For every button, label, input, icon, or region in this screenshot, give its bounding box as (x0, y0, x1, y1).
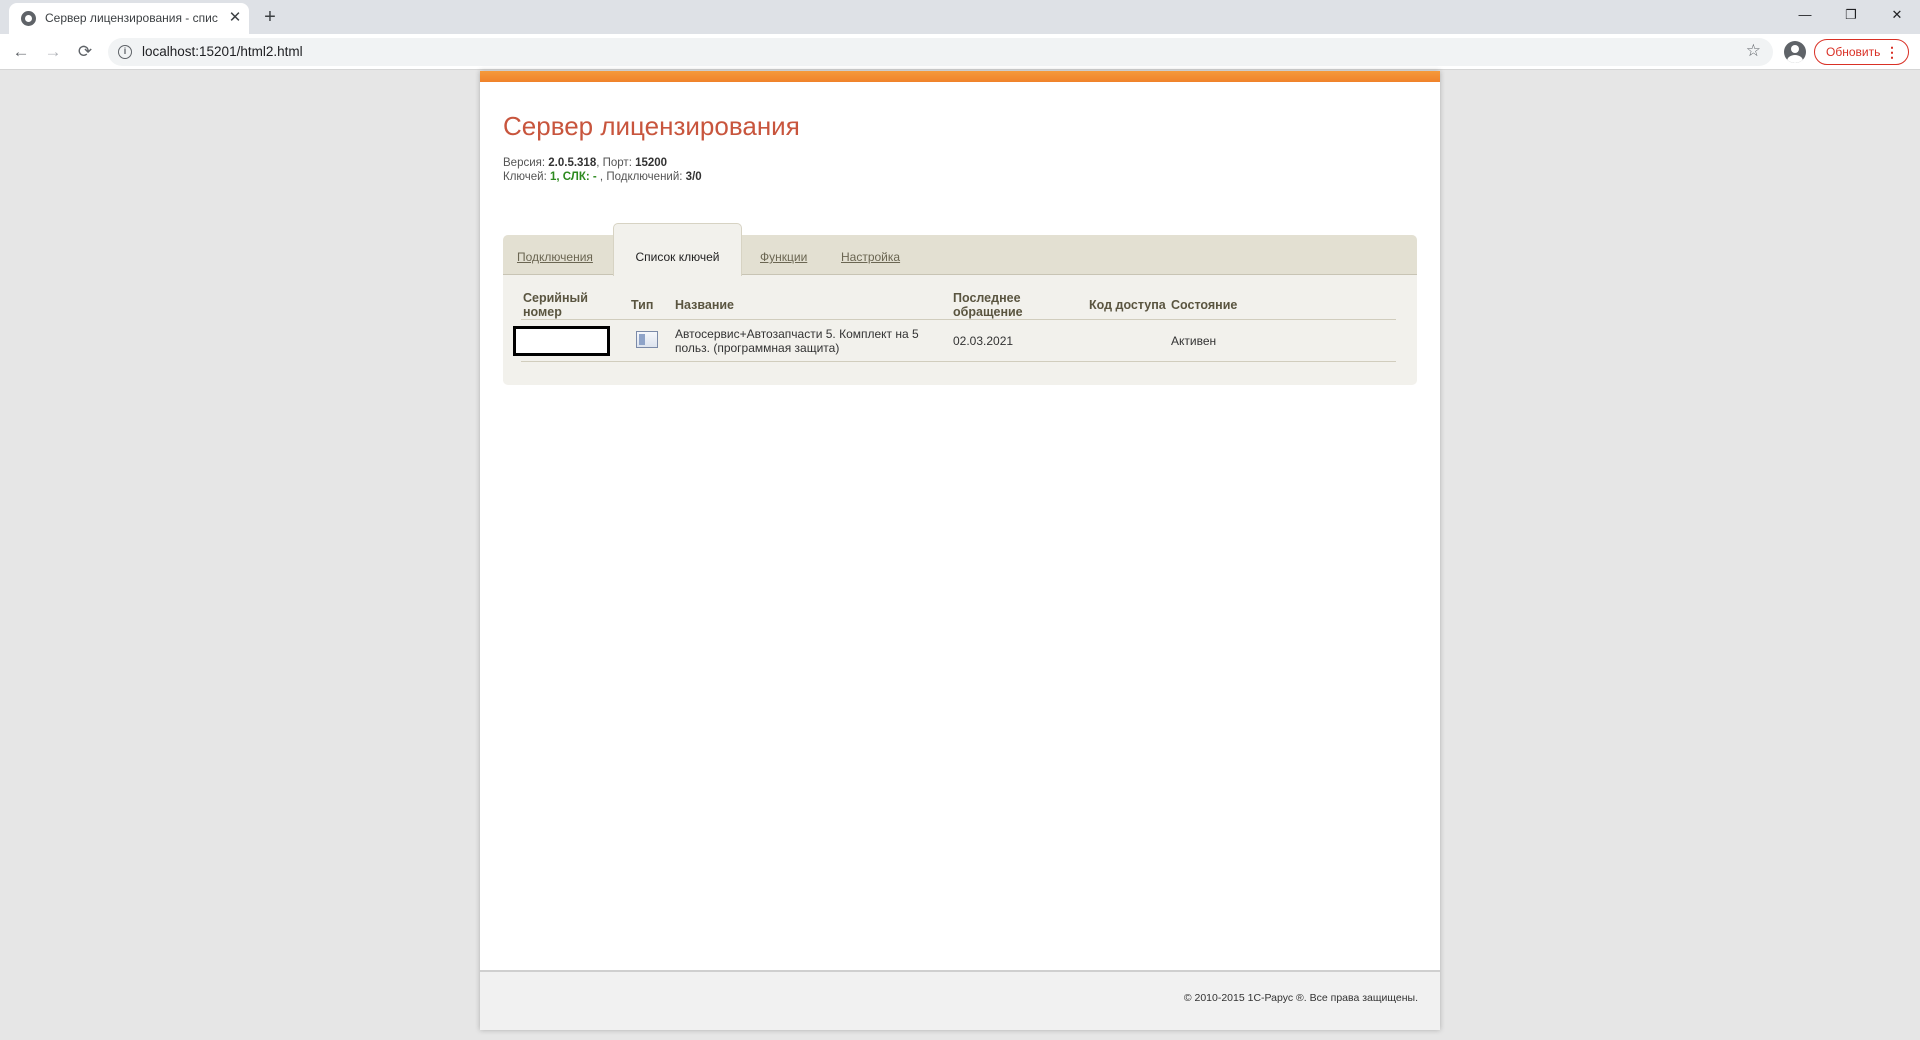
globe-icon (21, 11, 36, 26)
menu-dots-icon: ⋮ (1885, 44, 1899, 60)
redacted-serial (513, 325, 610, 356)
tab-settings[interactable]: Настройка (841, 250, 900, 264)
connections-value: 3/0 (685, 171, 702, 183)
license-server-page: Сервер лицензирования Версия: 2.0.5.318,… (480, 71, 1440, 1030)
url-text[interactable]: localhost:15201/html2.html (142, 44, 303, 59)
browser-tab-bar: Сервер лицензирования - спис ✕ + — ❐ ✕ (0, 0, 1920, 34)
keys-table: Серийный номер Тип Название Последнее об… (513, 291, 1396, 362)
status-cell: Активен (1169, 319, 1396, 362)
update-button[interactable]: Обновить ⋮ (1814, 39, 1909, 65)
connections-label: , Подключений: (596, 171, 686, 183)
tab-title: Сервер лицензирования - спис (45, 11, 218, 25)
table-header-row: Серийный номер Тип Название Последнее об… (521, 291, 1396, 320)
address-bar[interactable]: i localhost:15201/html2.html ☆ (108, 38, 1773, 66)
port-label: , Порт: (596, 157, 636, 169)
page-footer: © 2010-2015 1С-Рарус ®. Все права защище… (480, 970, 1440, 1030)
col-type: Тип (629, 291, 673, 320)
col-access-code: Код доступа (1087, 291, 1169, 320)
profile-avatar-icon[interactable] (1784, 41, 1806, 63)
update-button-label: Обновить (1826, 45, 1881, 59)
tab-strip: Подключения Список ключей Функции Настро… (503, 223, 1417, 276)
minimize-button[interactable]: — (1782, 0, 1828, 30)
info-icon[interactable]: i (118, 45, 132, 59)
col-serial: Серийный номер (521, 291, 629, 320)
tab-key-list[interactable]: Список ключей (613, 223, 742, 276)
col-status: Состояние (1169, 291, 1396, 320)
forward-button[interactable]: → (41, 40, 65, 64)
col-name: Название (673, 291, 951, 320)
page-title: Сервер лицензирования (503, 111, 800, 141)
port-value: 15200 (635, 157, 668, 169)
keys-line: Ключей: 1, СЛК: - , Подключений: 3/0 (503, 171, 702, 183)
tab-close-icon[interactable]: ✕ (226, 9, 244, 27)
copyright-text: © 2010-2015 1С-Рарус ®. Все права защище… (1183, 992, 1418, 1004)
software-key-icon (636, 330, 658, 348)
version-label: Версия: (503, 157, 549, 169)
new-tab-button[interactable]: + (258, 5, 282, 29)
table-row[interactable]: Автосервис+Автозапчасти 5. Комплект на 5… (513, 319, 1396, 362)
close-window-button[interactable]: ✕ (1874, 0, 1920, 30)
version-line: Версия: 2.0.5.318, Порт: 15200 (503, 157, 667, 169)
tab-connections[interactable]: Подключения (517, 250, 593, 264)
reload-button[interactable]: ⟳ (73, 40, 97, 64)
accent-bar (480, 71, 1440, 82)
keys-label: Ключей: (503, 171, 550, 183)
version-value: 2.0.5.318 (548, 157, 597, 169)
last-access-cell: 02.03.2021 (951, 319, 1087, 362)
keys-value: 1, СЛК: - (549, 171, 597, 183)
col-last-access: Последнее обращение (951, 291, 1087, 320)
name-cell: Автосервис+Автозапчасти 5. Комплект на 5… (673, 319, 951, 362)
restore-button[interactable]: ❐ (1828, 0, 1874, 30)
browser-toolbar: ← → ⟳ i localhost:15201/html2.html ☆ Обн… (0, 34, 1920, 70)
access-code-cell (1087, 319, 1169, 362)
bookmark-star-icon[interactable]: ☆ (1746, 41, 1761, 61)
browser-tab[interactable]: Сервер лицензирования - спис ✕ (9, 3, 249, 34)
serial-cell (513, 319, 629, 362)
keys-panel: Подключения Список ключей Функции Настро… (503, 223, 1417, 385)
type-cell (629, 319, 673, 362)
tab-functions[interactable]: Функции (760, 250, 807, 264)
back-button[interactable]: ← (9, 40, 33, 64)
